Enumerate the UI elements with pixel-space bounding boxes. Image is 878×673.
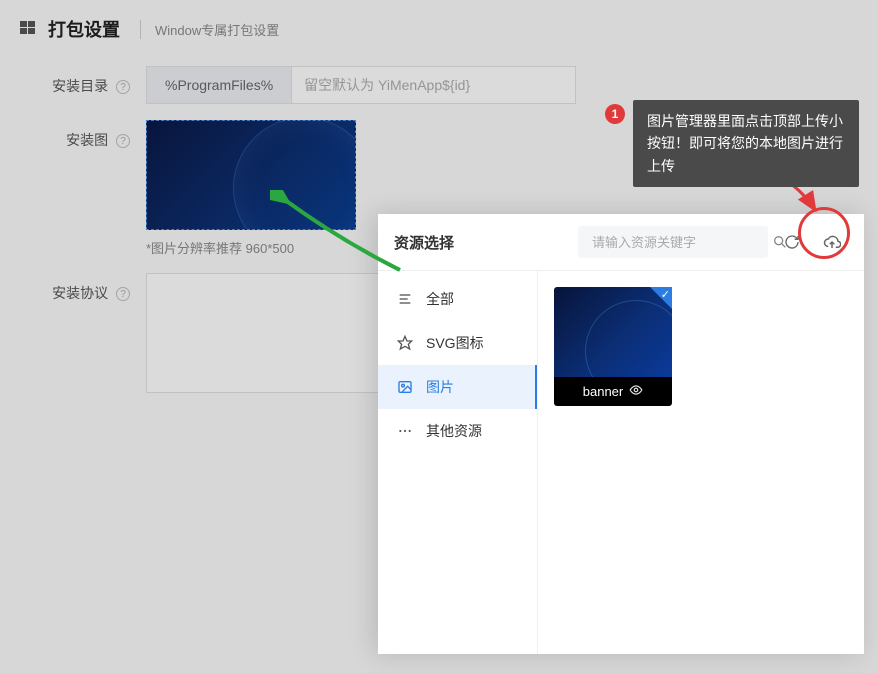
label-install-agreement: 安装协议 ? xyxy=(20,273,130,303)
install-image-preview[interactable] xyxy=(146,120,356,230)
install-dir-input[interactable] xyxy=(291,66,576,104)
search-box xyxy=(578,226,768,258)
asset-item-banner[interactable]: banner xyxy=(554,287,672,406)
category-all[interactable]: 全部 xyxy=(378,277,537,321)
help-icon[interactable]: ? xyxy=(116,80,130,94)
page-subtitle: Window专属打包设置 xyxy=(140,20,279,39)
help-icon[interactable]: ? xyxy=(116,287,130,301)
refresh-button[interactable] xyxy=(776,226,808,258)
eye-icon[interactable] xyxy=(629,383,643,400)
label-install-image: 安装图 ? xyxy=(20,120,130,150)
resource-panel-header: 资源选择 xyxy=(378,214,864,271)
windows-icon xyxy=(20,20,36,39)
label-install-dir: 安装目录 ? xyxy=(20,66,130,96)
tooltip-text: 图片管理器里面点击顶部上传小按钮！即可将您的本地图片进行上传 xyxy=(633,100,859,187)
more-icon xyxy=(396,422,414,440)
step-badge: 1 xyxy=(605,104,625,124)
asset-label: banner xyxy=(554,377,672,406)
category-svg[interactable]: SVG图标 xyxy=(378,321,537,365)
image-icon xyxy=(396,378,414,396)
page-title: 打包设置 xyxy=(48,16,120,42)
search-input[interactable] xyxy=(588,227,772,258)
upload-button[interactable] xyxy=(816,226,848,258)
resource-panel: 资源选择 全部 SVG图标 xyxy=(378,214,864,654)
list-icon xyxy=(396,290,414,308)
help-icon[interactable]: ? xyxy=(116,134,130,148)
category-other[interactable]: 其他资源 xyxy=(378,409,537,453)
category-image[interactable]: 图片 xyxy=(378,365,537,409)
check-icon xyxy=(650,287,672,309)
asset-grid: banner xyxy=(538,271,864,654)
star-icon xyxy=(396,334,414,352)
resource-panel-title: 资源选择 xyxy=(394,232,454,253)
page-header: 打包设置 Window专属打包设置 xyxy=(0,0,878,58)
install-dir-group: %ProgramFiles% xyxy=(146,66,576,104)
install-image-hint: *图片分辨率推荐 960*500 xyxy=(146,238,356,257)
path-prefix: %ProgramFiles% xyxy=(146,66,291,104)
category-list: 全部 SVG图标 图片 其他资源 xyxy=(378,271,538,654)
